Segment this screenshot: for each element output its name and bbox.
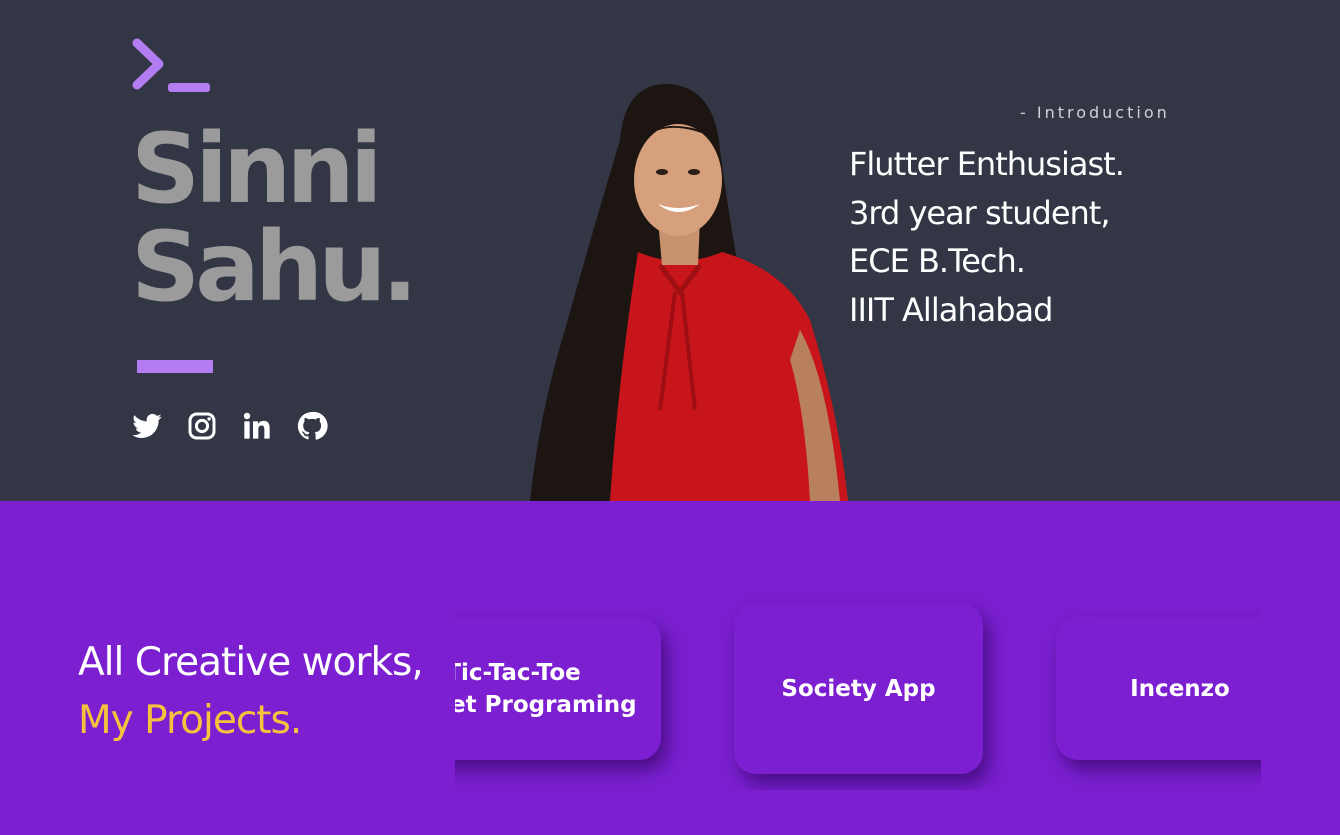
intro-line: 3rd year student, [849,193,1110,232]
project-card-title: Incenzo [1130,675,1230,702]
projects-heading-line1: All Creative works, [78,640,424,685]
twitter-icon [132,413,162,438]
intro-line: Flutter Enthusiast. [849,145,1125,183]
project-card-subtitle: Socket Programing [455,691,637,718]
hero-name: Sinni Sahu. [131,113,418,323]
instagram-icon [188,412,216,440]
projects-carousel[interactable]: Tic-Tac-Toe Socket Programing Society Ap… [455,590,1261,790]
project-card-society-app[interactable]: Society App [734,603,983,774]
hero-section: Sinni Sahu. - Introduction Flutter Enthu… [0,0,1340,501]
project-card-tic-tac-toe[interactable]: Tic-Tac-Toe Socket Programing [455,617,661,760]
social-links [131,409,328,443]
terminal-logo-icon [132,38,210,92]
intro-line: IIIT Allahabad [849,291,1053,330]
project-card-title: Tic-Tac-Toe [455,659,581,686]
name-first: Sinni [131,113,383,225]
intro-label: - Introduction [1020,103,1170,122]
twitter-link[interactable] [131,409,163,443]
intro-line: ECE B.Tech. [849,242,1026,281]
profile-photo [530,83,848,501]
projects-heading-line2: My Projects. [78,698,302,743]
project-card-incenzo[interactable]: Incenzo [1056,617,1261,760]
name-last: Sahu. [131,211,418,323]
github-icon [297,411,328,440]
linkedin-link[interactable] [241,409,273,443]
project-card-title: Society App [781,675,936,702]
projects-heading: All Creative works, My Projects. [78,634,424,750]
accent-divider [137,360,213,373]
github-link[interactable] [296,409,328,443]
instagram-link[interactable] [186,409,218,443]
intro-text: Flutter Enthusiast. 3rd year student, EC… [849,140,1125,335]
linkedin-icon [243,412,270,439]
